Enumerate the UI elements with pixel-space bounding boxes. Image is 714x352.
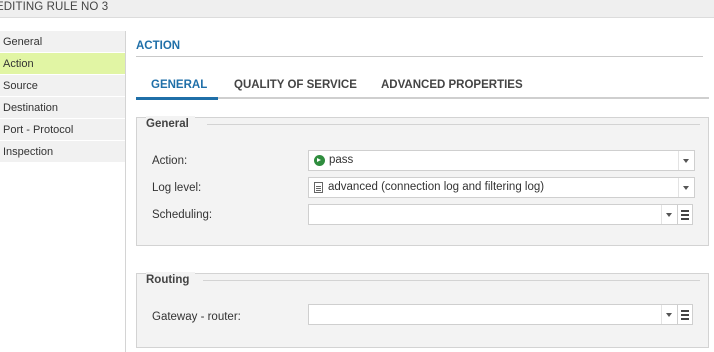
gateway-router-label: Gateway - router: [152,311,241,323]
general-group: General Action: pass Log level: advanced… [136,116,709,246]
log-level-label: Log level: [152,182,202,194]
log-level-value: advanced (connection log and filtering l… [314,180,544,195]
window-titlebar: EDITING RULE NO 3 [0,0,714,18]
action-value: pass [314,153,353,168]
action-label: Action: [152,155,188,167]
chevron-down-icon[interactable] [678,178,694,197]
scheduling-label: Scheduling: [152,209,213,221]
sidebar-item-general[interactable]: General [0,31,125,53]
group-divider [207,124,700,125]
tab-general[interactable]: GENERAL [151,75,207,99]
pass-arrow-icon [314,155,325,166]
sidebar-item-action[interactable]: Action [0,53,125,75]
log-level-select[interactable]: advanced (connection log and filtering l… [308,177,695,198]
chevron-down-icon[interactable] [661,205,677,224]
sidebar: General Action Source Destination Port -… [0,31,126,352]
document-icon [314,182,323,193]
routing-group: Routing Gateway - router: [136,272,709,348]
sidebar-item-port-protocol[interactable]: Port - Protocol [0,119,125,141]
sidebar-item-inspection[interactable]: Inspection [0,141,125,163]
group-divider [203,280,700,281]
window-title: EDITING RULE NO 3 [0,1,109,13]
sidebar-item-destination[interactable]: Destination [0,97,125,119]
chevron-down-icon[interactable] [678,151,694,170]
gateway-router-select[interactable] [308,304,678,325]
chevron-down-icon[interactable] [661,305,677,324]
log-level-value-text: advanced (connection log and filtering l… [328,181,545,193]
tab-quality-of-service[interactable]: QUALITY OF SERVICE [234,75,357,99]
scheduling-list-button[interactable] [677,204,693,225]
gateway-list-button[interactable] [677,304,693,325]
tab-bar: GENERAL QUALITY OF SERVICE ADVANCED PROP… [136,75,709,100]
general-group-legend: General [146,116,195,132]
scheduling-select[interactable] [308,204,678,225]
sidebar-item-source[interactable]: Source [0,75,125,97]
action-select[interactable]: pass [308,150,695,171]
action-value-text: pass [329,154,354,166]
active-tab-indicator [136,97,218,100]
routing-group-legend: Routing [146,272,196,288]
section-title: ACTION [136,40,181,52]
tab-advanced-properties[interactable]: ADVANCED PROPERTIES [381,75,523,99]
section-header: ACTION [136,38,703,57]
